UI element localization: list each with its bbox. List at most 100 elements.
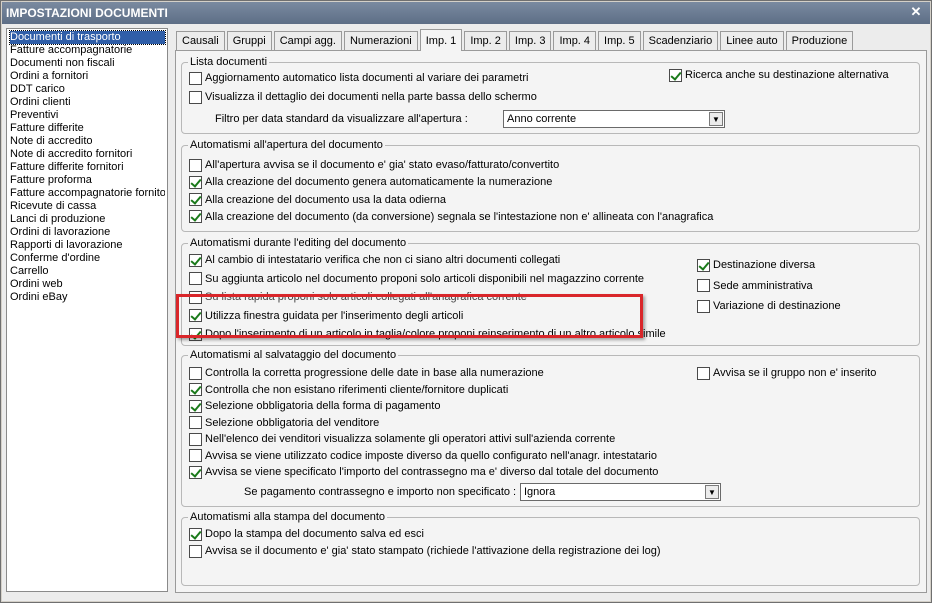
checkbox-label: All'apertura avvisa se il documento e' g… [205,159,560,171]
sidebar-item[interactable]: Conferme d'ordine [10,252,165,265]
checkbox-box[interactable] [189,449,202,462]
checkbox-label: Avvisa se il gruppo non e' inserito [713,367,877,379]
checkbox-label: Destinazione diversa [713,259,816,271]
checkbox-box[interactable] [189,366,202,380]
sidebar-item[interactable]: Ordini eBay [10,291,165,304]
document-type-list[interactable]: Documenti di trasporto Fatture accompagna… [6,28,168,592]
sidebar-item[interactable]: Rapporti di lavorazione [10,239,165,252]
sidebar-item[interactable]: Fatture differite fornitori [10,161,165,174]
sidebar-item[interactable]: Fatture differite [10,122,165,135]
checkbox-box[interactable] [189,210,202,224]
tab[interactable]: Scadenziario [642,31,719,51]
checkbox-box[interactable] [189,272,202,285]
checkbox-item[interactable]: Controlla che non esistano riferimenti c… [189,382,508,398]
sidebar-item[interactable]: Preventivi [10,109,165,122]
filtro-data-select[interactable]: Anno corrente ▼ [503,110,725,128]
checkbox-box[interactable] [669,68,682,82]
sidebar-item[interactable]: Fatture accompagnatorie [10,44,165,57]
checkbox-box[interactable] [189,90,202,104]
contrassegno-value: Ignora [524,486,556,498]
checkbox-aggiornamento-automatico[interactable]: Aggiornamento automatico lista documenti… [189,70,528,86]
checkbox-box[interactable] [189,432,202,446]
checkbox-item[interactable]: Avvisa se viene specificato l'importo de… [189,464,658,480]
checkbox-item[interactable]: Dopo la stampa del documento salva ed es… [189,526,424,542]
checkbox-item[interactable]: Destinazione diversa [697,257,815,273]
checkbox-item[interactable]: Selezione obbligatoria della forma di pa… [189,398,440,414]
checkbox-label: Al cambio di intestatario verifica che n… [205,254,561,266]
tab[interactable]: Imp. 2 [464,31,507,51]
sidebar-item[interactable]: Lanci di produzione [10,213,165,226]
checkbox-avvisa-gruppo[interactable]: Avvisa se il gruppo non e' inserito [697,365,876,381]
checkbox-box[interactable] [189,544,202,558]
checkbox-item[interactable]: Sede amministrativa [697,278,813,294]
sidebar-item[interactable]: Fatture proforma [10,174,165,187]
sidebar-item[interactable]: Ordini a fornitori [10,70,165,83]
tab[interactable]: Imp. 3 [508,31,552,51]
checkbox-box[interactable] [697,366,710,380]
sidebar-item[interactable]: DDT carico [10,83,165,96]
checkbox-item[interactable]: Su aggiunta articolo nel documento propo… [189,271,644,287]
checkbox-box[interactable] [189,158,202,172]
sidebar-item[interactable]: Ordini di lavorazione [10,226,165,239]
chevron-down-icon[interactable]: ▼ [705,485,719,499]
checkbox-item[interactable]: Nell'elenco dei venditori visualizza sol… [189,431,615,447]
checkbox-visualizza-dettaglio[interactable]: Visualizza il dettaglio dei documenti ne… [189,89,537,105]
checkbox-label: Aggiornamento automatico lista documenti… [205,72,529,84]
checkbox-item[interactable]: Controlla la corretta progressione delle… [189,365,544,381]
checkbox-item[interactable]: Alla creazione del documento genera auto… [189,174,552,190]
sidebar-item[interactable]: Carrello [10,265,165,278]
checkbox-box[interactable] [697,279,710,292]
sidebar-item[interactable]: Note di accredito fornitori [10,148,165,161]
checkbox-item[interactable]: Su lista rapida proponi solo articoli co… [189,289,527,305]
checkbox-item[interactable]: Selezione obbligatoria del venditore [189,415,379,431]
sidebar-item[interactable]: Documenti non fiscali [10,57,165,70]
checkbox-item[interactable]: Al cambio di intestatario verifica che n… [189,252,560,268]
tab[interactable]: Gruppi [226,31,272,51]
tab[interactable]: Campi agg. [273,31,342,51]
checkbox-box[interactable] [697,258,710,272]
checkbox-box[interactable] [189,253,202,267]
tab[interactable]: Produzione [785,31,854,51]
checkbox-label: Su aggiunta articolo nel documento propo… [205,272,645,285]
close-icon[interactable]: ✕ [908,4,924,20]
checkbox-label: Su lista rapida proponi solo articoli co… [205,291,527,303]
sidebar-item[interactable]: Documenti di trasporto [9,30,166,45]
checkbox-box[interactable] [189,527,202,541]
tab[interactable]: Numerazioni [343,31,418,51]
filtro-data-label: Filtro per data standard da visualizzare… [215,113,468,125]
sidebar-item[interactable]: Ordini web [10,278,165,291]
checkbox-box[interactable] [189,193,202,207]
contrassegno-select[interactable]: Ignora ▼ [520,483,721,501]
checkbox-box[interactable] [189,71,202,85]
checkbox-item[interactable]: Alla creazione del documento (da convers… [189,209,713,225]
checkbox-box[interactable] [189,327,202,341]
checkbox-item[interactable]: Utilizza finestra guidata per l'inserime… [189,308,463,324]
tab[interactable]: Causali [176,31,225,51]
checkbox-item[interactable]: Avvisa se il documento e' gia' stato sta… [189,543,661,559]
checkbox-item[interactable]: Dopo l'inserimento di un articolo in tag… [189,326,666,342]
checkbox-item[interactable]: Variazione di destinazione [697,298,841,314]
sidebar-item[interactable]: Ordini clienti [10,96,165,109]
tab[interactable]: Imp. 4 [553,31,597,51]
checkbox-box[interactable] [189,416,202,429]
tab[interactable]: Imp. 1 [419,29,463,51]
checkbox-box[interactable] [189,383,202,396]
checkbox-box[interactable] [189,175,202,189]
sidebar-item[interactable]: Ricevute di cassa [10,200,165,213]
checkbox-item[interactable]: Alla creazione del documento usa la data… [189,192,446,208]
tab[interactable]: Linee auto [720,31,784,51]
checkbox-item[interactable]: Avvisa se viene utilizzato codice impost… [189,448,657,464]
sidebar-item[interactable]: Fatture accompagnatorie fornito [10,187,165,200]
checkbox-box[interactable] [189,465,202,479]
checkbox-ricerca-alternativa[interactable]: Ricerca anche su destinazione alternativ… [669,67,889,83]
checkbox-label: Avvisa se il documento e' gia' stato sta… [205,545,661,557]
checkbox-box[interactable] [697,299,710,313]
checkbox-box[interactable] [189,309,202,322]
checkbox-box[interactable] [189,290,202,304]
checkbox-item[interactable]: All'apertura avvisa se il documento e' g… [189,157,559,173]
checkbox-label: Variazione di destinazione [713,300,841,312]
tab[interactable]: Imp. 5 [598,31,641,51]
sidebar-item[interactable]: Note di accredito [10,135,165,148]
checkbox-box[interactable] [189,399,202,413]
chevron-down-icon[interactable]: ▼ [709,112,723,126]
